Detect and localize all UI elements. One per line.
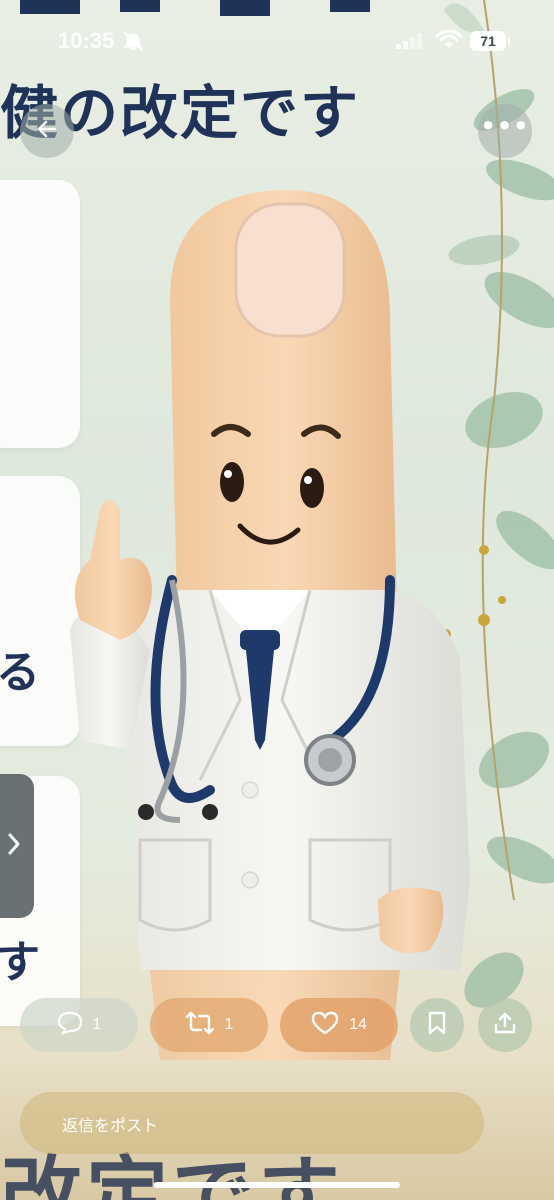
heart-icon [311,1011,339,1040]
share-button[interactable] [478,998,532,1052]
home-indicator [154,1182,400,1188]
back-button[interactable] [20,104,74,158]
reply-count: 1 [92,1016,102,1033]
reply-input[interactable]: 返信をポスト [20,1092,484,1154]
wifi-icon [435,29,463,54]
status-bar: 10:35 71 [0,0,554,80]
reply-button[interactable]: 1 [20,998,138,1052]
like-count: 14 [349,1016,367,1033]
reply-input-placeholder: 返信をポスト [62,1116,159,1135]
chevron-right-icon [6,829,22,863]
share-icon [493,1011,517,1040]
bell-slash-icon [122,30,144,56]
battery-icon: 71 [470,31,510,51]
signal-icon [396,33,424,53]
repost-button[interactable]: 1 [150,998,268,1052]
image-side-char: す [0,937,40,988]
image-side-char: る [0,647,40,698]
bookmark-button[interactable] [410,998,464,1052]
more-dots-icon: ••• [480,112,530,140]
repost-count: 1 [224,1016,234,1033]
comment-icon [57,1011,83,1040]
repost-icon [185,1011,215,1040]
like-button[interactable]: 14 [280,998,398,1052]
next-image-button[interactable] [0,774,34,918]
status-time: 10:35 [58,28,115,53]
more-options-button[interactable]: ••• [478,104,532,158]
bookmark-icon [427,1011,447,1040]
arrow-left-icon [35,117,59,145]
thumb-doctor-character [70,190,470,1060]
